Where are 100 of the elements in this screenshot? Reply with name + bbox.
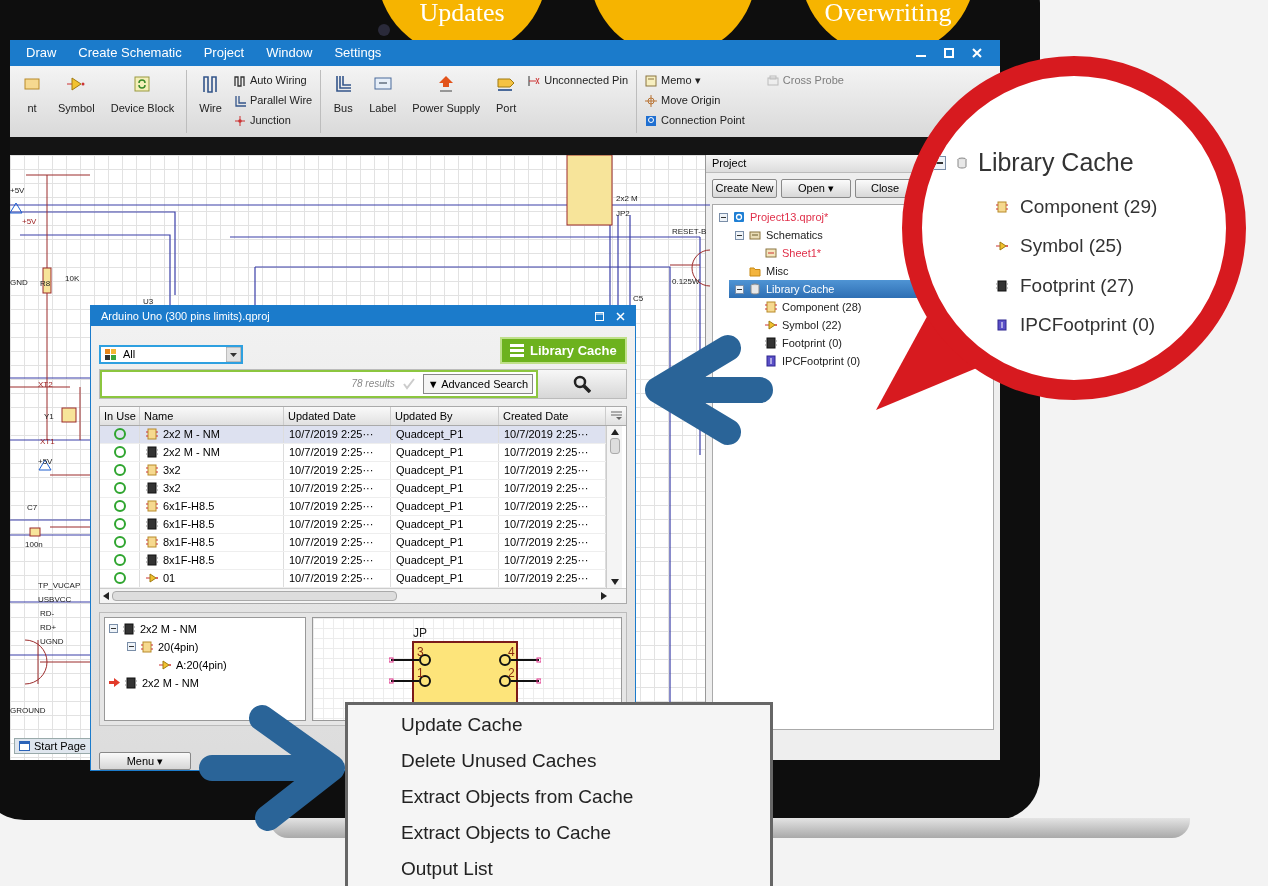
printer-icon <box>766 74 779 87</box>
tree-item[interactable]: Symbol (22) <box>745 316 844 334</box>
menu-item[interactable]: Create Schematic <box>78 43 182 63</box>
tree-item[interactable]: Project13.qproj* <box>713 208 831 226</box>
dark-chip-icon <box>146 518 158 531</box>
column-header[interactable]: Updated By <box>391 406 499 425</box>
menu-item[interactable]: Project <box>203 43 245 63</box>
ribbon-button[interactable]: Connection Point <box>645 112 745 129</box>
tree-item[interactable]: Sheet1* <box>745 244 824 262</box>
tree-item[interactable]: 20(4pin) <box>105 637 305 656</box>
scroll-thumb[interactable] <box>609 437 620 454</box>
menu-item[interactable]: Extract Objects from Cache <box>348 779 770 815</box>
collapse-toggle[interactable] <box>735 284 744 294</box>
note-icon <box>645 74 657 87</box>
table-cell: Quadcept_P1 <box>391 425 499 443</box>
tree-item[interactable]: Misc <box>729 262 791 280</box>
column-menu-icon <box>610 411 622 421</box>
square-arrows-icon <box>132 74 153 94</box>
tree-item[interactable]: A:20(4pin) <box>105 655 305 674</box>
menu-item[interactable]: Output List <box>348 851 770 886</box>
panel-button[interactable]: Create New <box>712 179 777 198</box>
search-field[interactable]: 78 results ▼ Advanced Search <box>100 370 538 398</box>
folder-icon <box>749 265 761 277</box>
menu-item[interactable]: Update Cache <box>348 707 770 743</box>
menu-item[interactable]: Delete Unused Caches <box>348 743 770 779</box>
tree-item[interactable]: 2x2 M - NM <box>105 619 305 638</box>
advanced-search-button[interactable]: ▼ Advanced Search <box>422 373 533 394</box>
column-header[interactable]: Created Date <box>499 406 606 425</box>
minimize-icon <box>916 55 926 57</box>
close-icon <box>972 48 982 58</box>
ribbon-button[interactable]: Port <box>490 70 523 117</box>
ribbon-button[interactable]: Device Block <box>104 70 181 117</box>
tree-item[interactable]: Component (28) <box>745 298 864 316</box>
schematic-label: GROUND <box>10 707 46 715</box>
connector-symbol <box>566 155 613 226</box>
ribbon-button[interactable]: Symbol <box>52 70 101 117</box>
filter-dropdown[interactable]: All <box>99 345 243 364</box>
ribbon-button[interactable]: Wire <box>193 70 228 117</box>
bus-lines-icon <box>333 74 354 94</box>
ribbon-button[interactable]: Unconnected Pin <box>528 72 628 89</box>
ribbon-button[interactable]: Bus <box>327 70 360 117</box>
table-cell-text: 6x1F-H8.5 <box>163 499 215 515</box>
collapse-toggle[interactable] <box>735 230 744 240</box>
ribbon-button[interactable]: Junction <box>233 112 313 129</box>
tree-item[interactable]: Symbol (25) <box>932 232 1158 261</box>
table-cell-text: 01 <box>163 571 176 587</box>
tree-item[interactable]: Component (29) <box>932 192 1158 221</box>
table-cell-text: 6x1F-H8.5 <box>163 517 215 533</box>
schematic-label: +5V <box>10 187 25 195</box>
table-cell: 10/7/2019 2:25··· <box>284 461 391 479</box>
table-cell: Quadcept_P1 <box>391 569 499 587</box>
ribbon-button[interactable]: Parallel Wire <box>233 92 313 109</box>
vertical-scrollbar[interactable] <box>606 425 622 588</box>
dark-chip-icon <box>123 622 135 635</box>
tree-item[interactable]: Schematics <box>729 226 825 244</box>
column-header[interactable]: Updated Date <box>284 406 391 425</box>
column-header[interactable]: In Use <box>100 406 140 425</box>
table-cell-text: 8x1F-H8.5 <box>163 553 215 569</box>
tree-item[interactable]: IPCFootprint (0) <box>745 352 863 370</box>
menu-item[interactable]: Window <box>266 43 313 63</box>
ribbon-button[interactable]: Move Origin <box>645 92 745 109</box>
collapse-toggle[interactable] <box>127 642 136 652</box>
menu-button[interactable]: Menu ▾ <box>99 752 191 770</box>
scroll-down-icon <box>610 578 619 585</box>
table-cell-text: 2x2 M - NM <box>163 427 220 443</box>
table-cell: 10/7/2019 2:25··· <box>284 551 391 569</box>
menu-item[interactable]: Draw <box>26 43 57 63</box>
cross-pin-icon <box>528 74 541 87</box>
bus-lines-icon <box>233 94 246 107</box>
ribbon-button[interactable]: nt <box>16 70 48 117</box>
scroll-right-icon <box>601 591 607 600</box>
junction-icon <box>233 114 246 127</box>
chip-icon <box>146 536 158 549</box>
tree-item[interactable]: 2x2 M - NM <box>105 673 305 692</box>
ribbon-button[interactable]: Power Supply <box>406 70 487 117</box>
ribbon-button[interactable]: Memo ▾ <box>645 72 745 89</box>
menu-item[interactable]: Extract Objects to Cache <box>348 815 770 851</box>
tree-item[interactable]: IPCFootprint (0) <box>932 311 1158 340</box>
panel-button[interactable]: Open ▾ <box>781 179 851 198</box>
scroll-up-icon <box>610 428 619 435</box>
collapse-toggle[interactable] <box>719 212 728 222</box>
start-page-tab[interactable]: Start Page <box>14 738 91 754</box>
collapse-toggle[interactable] <box>932 155 946 170</box>
menu-item[interactable]: Settings <box>334 43 382 63</box>
search-button[interactable] <box>538 370 626 398</box>
ribbon-button[interactable]: Auto Wiring <box>233 72 313 89</box>
tree-item[interactable]: Footprint (0) <box>745 334 844 352</box>
table-cell: Quadcept_P1 <box>391 515 499 533</box>
sheet-icon <box>765 247 777 259</box>
collapse-toggle[interactable] <box>109 624 118 634</box>
tree-item[interactable]: Library Cache <box>932 144 1158 182</box>
schematic-label: +5V <box>22 218 37 226</box>
schematic-label: Y1 <box>44 413 54 421</box>
ribbon-button[interactable]: Label <box>363 70 403 117</box>
dark-chip-icon <box>146 554 158 567</box>
column-header[interactable]: Name <box>140 406 284 425</box>
schematic-label: USBVCC <box>38 596 72 604</box>
scroll-thumb[interactable] <box>112 590 397 601</box>
pin-number: 4 <box>508 645 515 658</box>
panel-title: Project <box>712 156 747 172</box>
